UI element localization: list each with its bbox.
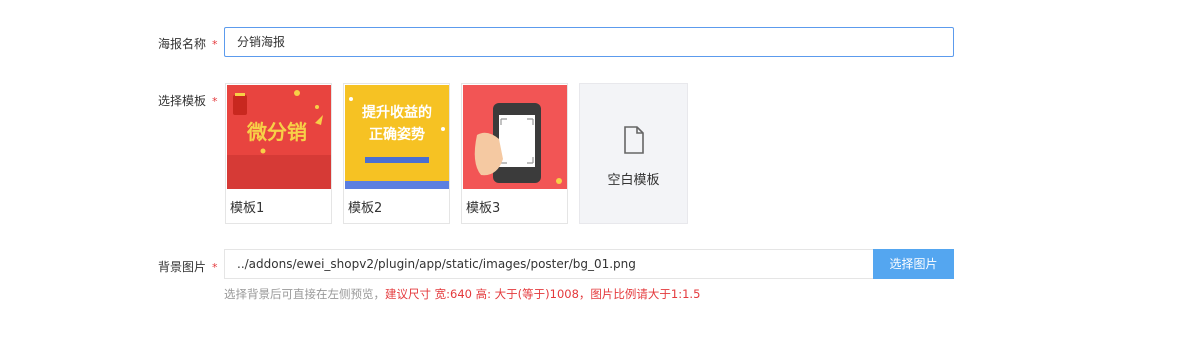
background-path-input[interactable]: ../addons/ewei_shopv2/plugin/app/static/… bbox=[224, 249, 874, 279]
background-hint-warning: 建议尺寸 宽:640 高: 大于(等于)1008，图片比例请大于1:1.5 bbox=[385, 287, 701, 301]
template-thumbnail-2: 提升收益的 正确姿势 bbox=[345, 85, 449, 189]
poster-form: 海报名称 * 分销海报 选择模板 * 微分销 模板1 提升收益的 正确姿势 模板… bbox=[0, 0, 1183, 345]
required-mark: * bbox=[212, 95, 218, 108]
template-card-2[interactable]: 提升收益的 正确姿势 模板2 bbox=[343, 83, 450, 224]
background-path-value: ../addons/ewei_shopv2/plugin/app/static/… bbox=[237, 257, 636, 271]
poster-name-input[interactable]: 分销海报 bbox=[224, 27, 954, 57]
template-2-thumb-line1: 提升收益的 bbox=[362, 104, 432, 121]
background-label: 背景图片 * bbox=[158, 258, 218, 275]
required-mark: * bbox=[212, 261, 218, 274]
poster-name-label: 海报名称 * bbox=[158, 35, 218, 52]
blank-template-label: 空白模板 bbox=[607, 173, 660, 188]
template-card-1[interactable]: 微分销 模板1 bbox=[225, 83, 332, 224]
required-mark: * bbox=[212, 38, 218, 51]
template-name-1: 模板1 bbox=[230, 201, 265, 216]
select-image-button[interactable]: 选择图片 bbox=[873, 249, 954, 279]
template-thumbnail-1: 微分销 bbox=[227, 85, 331, 189]
template-1-thumb-text: 微分销 bbox=[246, 120, 307, 144]
background-hint: 选择背景后可直接在左侧预览，建议尺寸 宽:640 高: 大于(等于)1008，图… bbox=[224, 286, 700, 302]
blank-template-card[interactable]: 空白模板 bbox=[579, 83, 688, 224]
template-label-text: 选择模板 bbox=[158, 94, 207, 108]
template-card-3[interactable]: 模板3 bbox=[461, 83, 568, 224]
background-label-text: 背景图片 bbox=[158, 260, 207, 274]
poster-name-value: 分销海报 bbox=[237, 35, 286, 49]
background-hint-muted: 选择背景后可直接在左侧预览， bbox=[224, 287, 385, 301]
template-name-2: 模板2 bbox=[348, 201, 383, 216]
template-name-3: 模板3 bbox=[466, 201, 501, 216]
template-label: 选择模板 * bbox=[158, 92, 218, 109]
template-thumbnail-3 bbox=[463, 85, 567, 189]
file-icon bbox=[623, 126, 645, 158]
template-2-thumb-line2: 正确姿势 bbox=[369, 126, 425, 143]
poster-name-label-text: 海报名称 bbox=[158, 37, 207, 51]
